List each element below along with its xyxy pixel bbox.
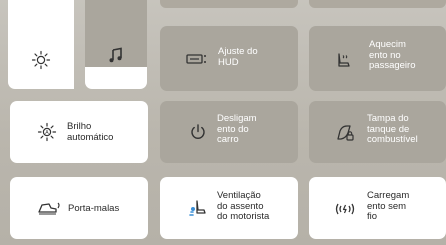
fuel-door-icon [334,122,356,144]
fuel-door-tile[interactable]: Tampa do tanque de combustível [309,101,446,163]
passenger-heat-label: Aquecim ento no passageiro [369,39,416,71]
wireless-charging-label: Carregam ento sem fio [367,190,410,222]
hud-icon [186,48,208,70]
partial-tile-top-right [309,0,446,8]
auto-brightness-label: Brilho automático [67,121,114,143]
hud-adjust-tile[interactable]: Ajuste do HUD [160,26,298,91]
hud-adjust-label: Ajuste do HUD [218,46,258,68]
passenger-heat-tile[interactable]: Aquecim ento no passageiro [309,26,446,91]
wireless-charging-tile[interactable]: Carregam ento sem fio [309,177,446,239]
brightness-tile[interactable] [8,0,74,89]
media-tile[interactable] [85,0,147,67]
auto-brightness-icon: A [36,121,58,143]
partial-tile-top-middle [160,0,298,8]
trunk-tile[interactable]: Porta-malas [10,177,148,239]
driver-seat-vent-tile[interactable]: Ventilação do assento do motorista [160,177,298,239]
wireless-charging-icon [333,198,357,220]
svg-text:A: A [45,130,49,136]
media-tile-lower[interactable] [85,67,147,89]
trunk-icon [36,197,62,219]
seat-heat-icon [333,50,355,72]
auto-brightness-tile[interactable]: A Brilho automático [10,101,148,163]
music-note-icon [105,44,127,66]
car-power-off-tile[interactable]: Desligam ento do carro [160,101,298,163]
sun-icon [30,49,52,71]
driver-seat-vent-label: Ventilação do assento do motorista [217,190,270,222]
fuel-door-label: Tampa do tanque de combustível [367,113,418,145]
trunk-label: Porta-malas [68,203,120,214]
car-power-off-label: Desligam ento do carro [217,113,257,145]
seat-vent-icon [187,198,209,220]
power-icon [187,121,209,143]
